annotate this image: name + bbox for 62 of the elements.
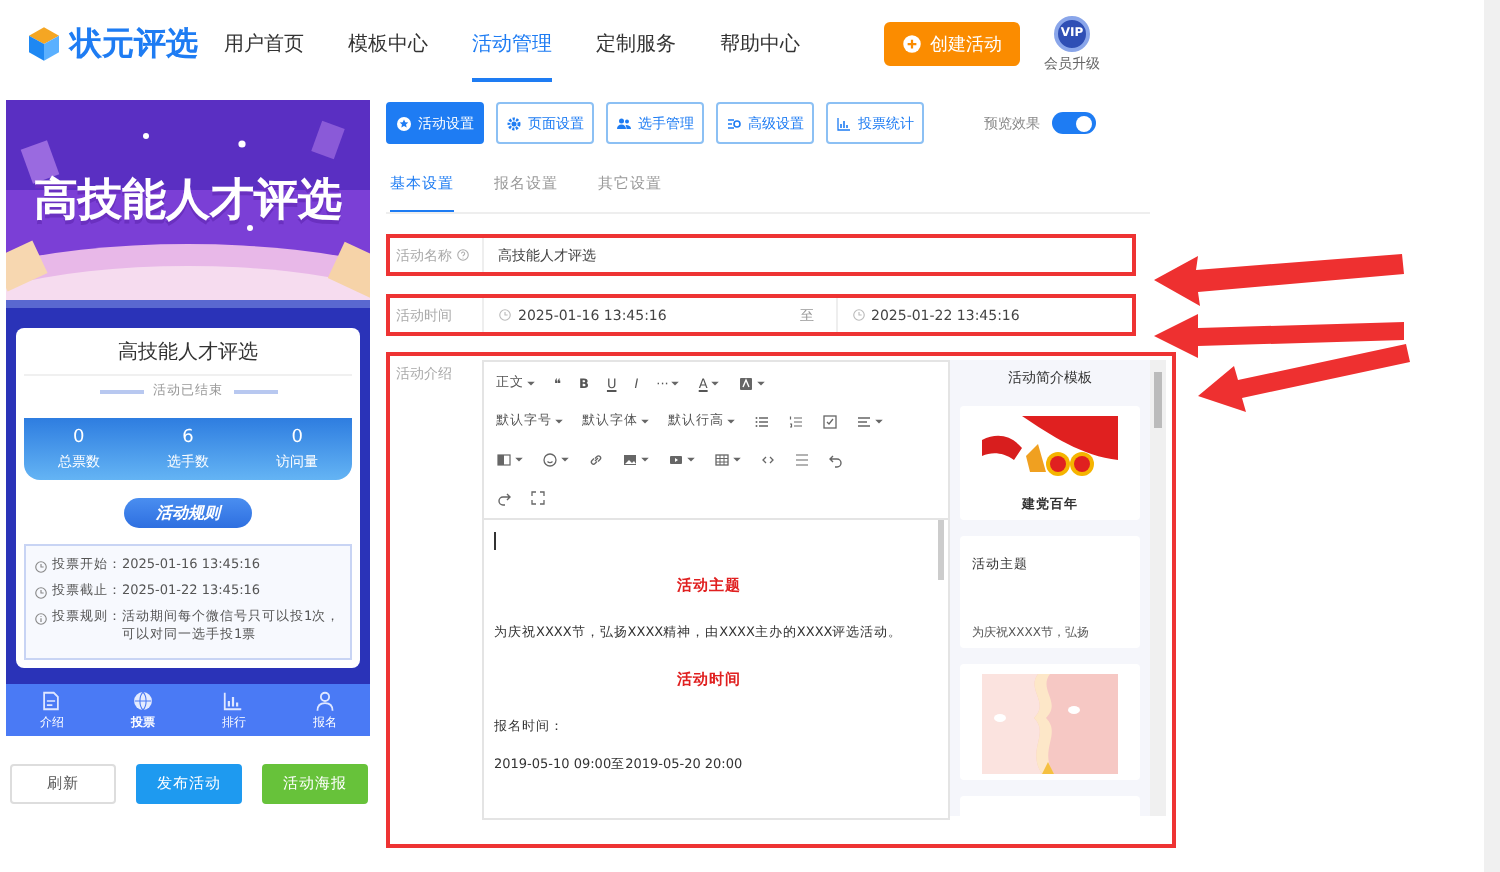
numbered-list-icon [788,413,804,429]
caret-icon [670,378,681,388]
table-icon [714,451,730,467]
people-icon [616,115,632,131]
plus-icon [902,34,922,54]
image-icon [622,451,638,467]
caret-icon [640,416,650,426]
divider-icon [794,451,810,467]
cube-icon [24,24,64,64]
rules-button[interactable]: 活动规则 [124,498,252,528]
nav-link[interactable]: 定制服务 [596,6,676,82]
clock-icon [851,308,865,322]
fullscreen-icon [530,489,546,505]
undo-icon [828,451,844,467]
caret-icon [755,378,766,388]
stat-value: 6 [182,428,194,448]
star-icon [396,115,412,131]
card-title: 高技能人才评选 [116,339,260,366]
preview-toggle[interactable] [1052,112,1096,134]
logo-text: 状元评选 [70,23,198,65]
caret-icon [554,416,564,426]
caret-icon [640,454,650,464]
indent-icon [496,451,512,467]
caret-icon [874,416,884,426]
caret-icon [526,378,536,388]
smiley-icon [542,451,558,467]
clock-icon [34,585,48,600]
nav-link[interactable]: 用户首页 [224,6,304,82]
scrollbar[interactable] [938,520,944,580]
highlight-icon [737,375,754,391]
align-icon [856,413,872,429]
nav-link[interactable]: 帮助中心 [720,6,800,82]
clock-icon [498,308,512,322]
caret-icon [732,454,742,464]
checkbox-icon [822,413,838,429]
caret-icon [560,454,570,464]
code-icon [760,451,776,467]
nav-link[interactable]: 活动管理 [472,6,552,82]
bar-chart-icon [836,115,852,131]
caret-icon [726,416,736,426]
person-icon [313,689,336,711]
stat-value: 0 [291,428,303,448]
caret-icon [686,454,696,464]
scrollbar[interactable] [1150,360,1166,816]
info-icon [34,611,48,625]
redo-icon [496,489,512,505]
gear-icon [506,115,522,131]
help-icon [456,248,470,262]
video-icon [668,451,684,467]
stat-value: 0 [72,428,85,448]
bullet-list-icon [754,413,770,429]
banner-title: 高技能人才评选 [34,173,342,230]
document-icon [40,689,63,711]
text-cursor [494,532,496,550]
clock-icon [34,560,48,574]
sliders-icon [726,115,742,131]
bar-chart-icon [222,689,245,711]
caret-icon [514,454,524,464]
caret-icon [709,378,720,388]
link-icon [588,451,604,467]
nav-link[interactable]: 模板中心 [348,6,428,82]
globe-icon [131,689,154,711]
